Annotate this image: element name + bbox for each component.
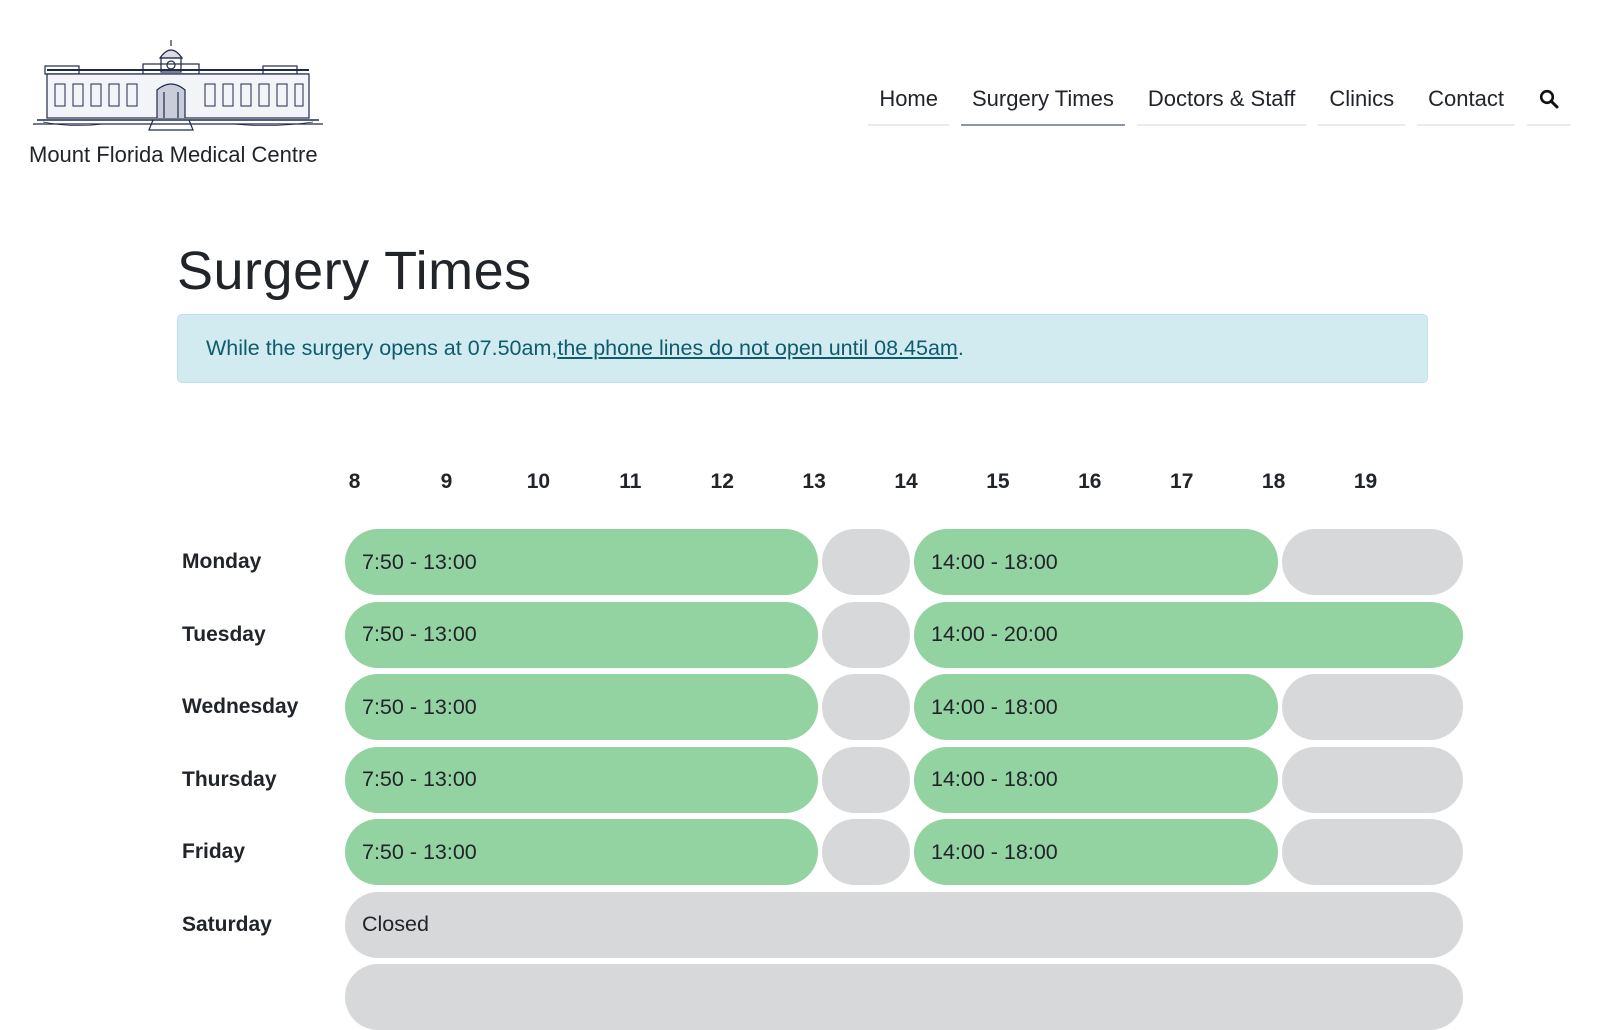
closed-hours-block <box>1281 819 1464 885</box>
nav-item-home[interactable]: Home <box>868 80 949 126</box>
day-row: Monday 7:50 - 13:00 14:00 - 18:00 <box>177 529 1464 595</box>
closed-hours-block <box>822 529 910 595</box>
open-hours-block: 7:50 - 13:00 <box>345 674 819 740</box>
open-hours-block: 7:50 - 13:00 <box>345 819 819 885</box>
day-label: Saturday <box>182 912 272 936</box>
open-hours-block: 14:00 - 20:00 <box>914 601 1464 668</box>
hour-label: 13 <box>802 470 826 493</box>
hour-label: 18 <box>1261 470 1286 493</box>
closed-hours-block <box>822 746 910 813</box>
open-hours-block: 14:00 - 18:00 <box>914 529 1278 595</box>
main-content: Surgery Times While the surgery opens at… <box>177 240 1428 384</box>
hour-label: 8 <box>348 470 361 493</box>
hour-label: 14 <box>894 470 918 493</box>
closed-hours-block <box>1281 746 1464 813</box>
hour-label: 12 <box>710 470 734 493</box>
page-title: Surgery Times <box>177 241 532 301</box>
closed-hours-block <box>822 819 910 885</box>
day-row: Tuesday 7:50 - 13:00 14:00 - 20:00 <box>177 601 1464 668</box>
closed-hours-block <box>1281 529 1464 595</box>
building-engraving-icon[interactable] <box>33 40 323 132</box>
closed-hours-block <box>1281 674 1464 740</box>
closed-hours-block: Closed <box>345 891 1464 958</box>
hour-label: 19 <box>1353 470 1378 493</box>
day-row: Friday 7:50 - 13:00 14:00 - 18:00 <box>177 819 1464 885</box>
surgery-timetable: 8 9 10 11 12 13 14 15 16 17 18 19 Monday 7:50 - 13:00… <box>177 470 1464 1030</box>
day-label: Tuesday <box>182 622 266 646</box>
main-nav: Home Surgery Times Doctors & Staff Clini… <box>868 80 1571 126</box>
day-row: Thursday 7:50 - 13:00 14:00 - 18:00 <box>177 746 1464 813</box>
open-hours-block: 7:50 - 13:00 <box>345 746 819 813</box>
closed-hours-block <box>345 964 1464 1030</box>
day-label: Wednesday <box>182 695 299 718</box>
hour-label: 9 <box>440 470 453 493</box>
day-row: Wednesday 7:50 - 13:00 14:00 - 18:00 <box>177 674 1464 740</box>
hour-label: 11 <box>619 470 642 493</box>
nav-item-doctors-staff[interactable]: Doctors & Staff <box>1136 80 1307 126</box>
brand[interactable]: Mount Florida Medical Centre <box>29 40 349 168</box>
open-hours-block: 14:00 - 18:00 <box>914 819 1278 885</box>
phone-lines-link[interactable]: the phone lines do not open until 08.45a… <box>557 336 957 361</box>
search-button[interactable] <box>1527 80 1571 126</box>
hour-label: 15 <box>986 470 1010 493</box>
open-hours-block: 7:50 - 13:00 <box>345 529 819 595</box>
nav-item-surgery-times[interactable]: Surgery Times <box>961 80 1125 126</box>
hour-label: 17 <box>1170 470 1194 493</box>
day-row: Saturday Closed <box>177 891 1464 958</box>
nav-item-contact[interactable]: Contact <box>1417 80 1515 126</box>
site-name[interactable]: Mount Florida Medical Centre <box>29 142 349 168</box>
open-hours-block: 7:50 - 13:00 <box>345 601 819 668</box>
open-hours-block: 14:00 - 18:00 <box>914 746 1278 813</box>
day-label: Monday <box>182 550 262 573</box>
hour-label: 16 <box>1078 470 1102 493</box>
closed-hours-block <box>822 601 910 668</box>
open-hours-block: 14:00 - 18:00 <box>914 674 1278 740</box>
alert-text-end: . <box>957 336 964 361</box>
site-header: Mount Florida Medical Centre Home Surger… <box>0 0 1600 190</box>
nav-item-clinics[interactable]: Clinics <box>1318 80 1406 126</box>
closed-hours-block <box>822 674 910 740</box>
hour-label: 10 <box>526 470 551 493</box>
alert-text: While the surgery opens at 07.50am, <box>206 336 558 361</box>
info-alert: While the surgery opens at 07.50am, the … <box>177 314 1428 384</box>
day-label: Thursday <box>182 767 277 791</box>
search-icon <box>1539 89 1559 109</box>
day-label: Friday <box>182 840 246 863</box>
day-row <box>177 964 1464 1030</box>
